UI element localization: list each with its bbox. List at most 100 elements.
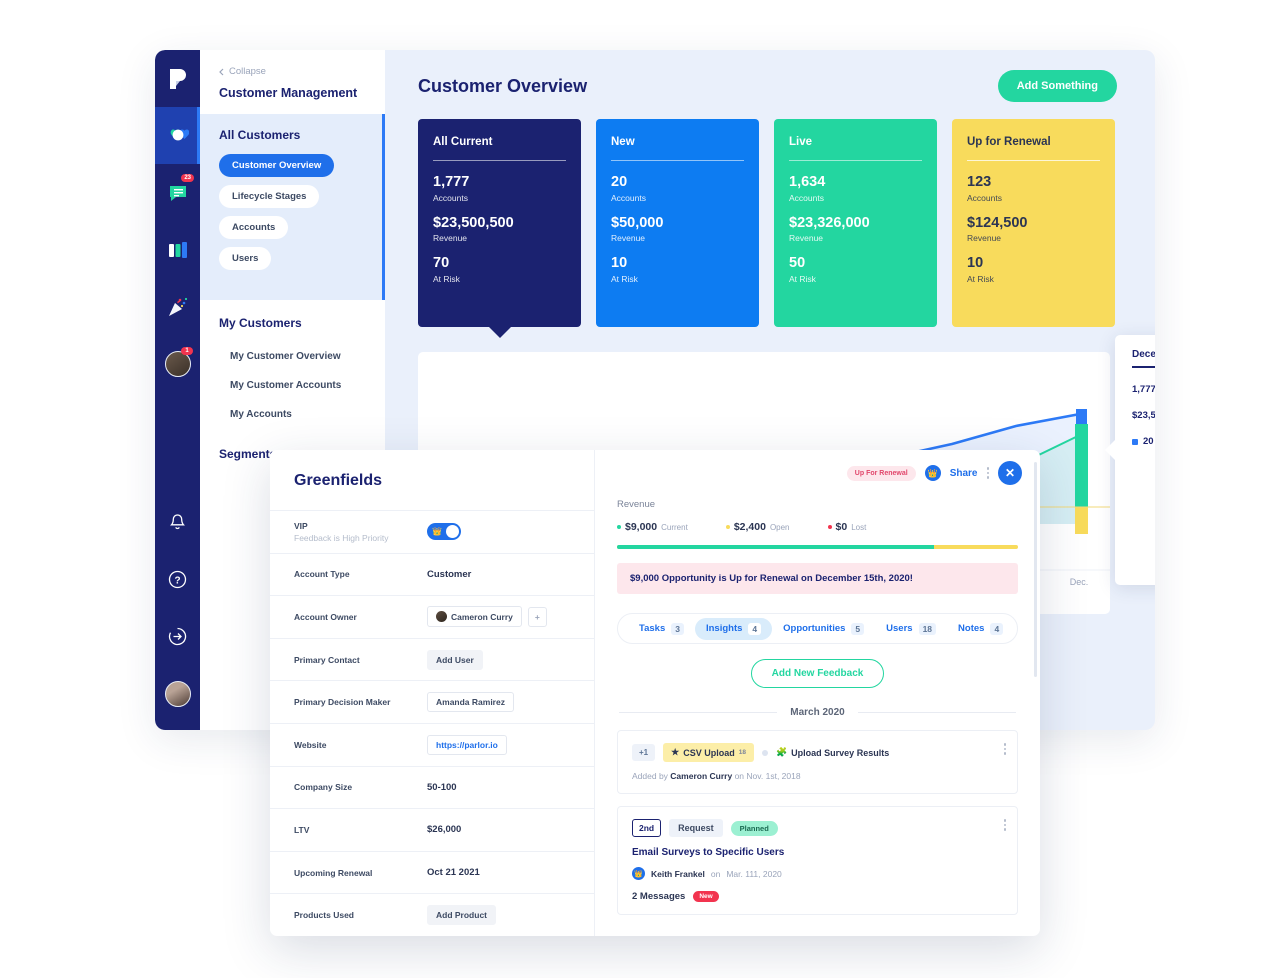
collapse-label: Collapse xyxy=(229,66,266,77)
kebab-menu-icon[interactable] xyxy=(1003,743,1006,755)
nav-header: Collapse Customer Management xyxy=(200,50,385,114)
website-link[interactable]: https://parlor.io xyxy=(427,734,507,755)
date-prefix: on xyxy=(710,868,721,879)
rail-item-celebrate[interactable] xyxy=(155,278,200,335)
rail-item-hearts[interactable] xyxy=(155,107,200,164)
sidebar-item-my-accounts[interactable]: My Accounts xyxy=(219,400,385,429)
tab-count: 18 xyxy=(918,622,937,635)
add-user-button[interactable]: Add User xyxy=(427,649,483,670)
rail-item-logout[interactable] xyxy=(155,608,200,665)
new-badge: New xyxy=(693,891,719,902)
tooltip-row-all-customers: 1,777 All Customers xyxy=(1132,384,1155,395)
legend-amount: $2,400 xyxy=(733,521,766,533)
rail-item-help[interactable]: ? xyxy=(155,551,200,608)
detail-sublabel: Feedback is High Priority xyxy=(294,532,389,543)
card-accounts-value: 123 xyxy=(967,174,992,190)
add-something-button[interactable]: Add Something xyxy=(997,70,1117,102)
card-divider xyxy=(967,160,1100,161)
tab-opportunities[interactable]: Opportunities 5 xyxy=(772,618,875,640)
puzzle-icon: 🧩 xyxy=(775,747,788,757)
detail-label-text: VIP xyxy=(294,520,308,531)
rail-item-messages[interactable]: 23 xyxy=(155,164,200,221)
sidebar-item-users[interactable]: Users xyxy=(219,247,272,270)
card-revenue-value: $23,326,000 xyxy=(789,214,870,231)
detail-label: Products Used xyxy=(294,910,354,921)
x-tick-label-dec: Dec. xyxy=(1070,577,1089,587)
user-avatar-icon xyxy=(436,611,447,623)
tab-label: Notes xyxy=(958,623,985,634)
card-divider xyxy=(611,160,744,161)
rail-item-profile[interactable]: 1 xyxy=(155,335,200,392)
toggle-knob xyxy=(446,525,459,539)
divider-line-right xyxy=(857,712,1017,713)
metric-cards: All Current 1,777 Accounts $23,500,500 R… xyxy=(385,102,1155,338)
ordinal-tag: 2nd xyxy=(632,819,662,837)
tab-users[interactable]: Users 18 xyxy=(875,618,947,640)
share-button[interactable]: Share xyxy=(950,468,978,479)
feed-item-request[interactable]: 2nd Request Planned Email Surveys to Spe… xyxy=(617,806,1018,915)
card-title: New xyxy=(611,136,635,148)
card-accounts-value: 1,777 xyxy=(433,174,470,190)
csv-upload-tag[interactable]: ★ CSV Upload 18 xyxy=(663,743,754,762)
kebab-menu-icon[interactable] xyxy=(986,467,989,479)
detail-row-primary-decision-maker: Primary Decision Maker Amanda Ramirez xyxy=(270,680,594,723)
modal-tabs: Tasks 3 Insights 4 Opportunities 5 Users… xyxy=(617,613,1018,644)
collapse-button[interactable]: Collapse xyxy=(219,66,385,77)
crown-icon: 👑 xyxy=(432,527,442,537)
sidebar-item-accounts[interactable]: Accounts xyxy=(219,216,289,239)
messages-badge: 23 xyxy=(181,174,194,182)
tab-notes[interactable]: Notes 4 xyxy=(947,618,1014,640)
tooltip-divider xyxy=(1132,366,1155,368)
question-circle-icon: ? xyxy=(168,570,187,589)
card-at-risk-label: At Risk xyxy=(967,274,994,285)
decision-maker-chip[interactable]: Amanda Ramirez xyxy=(427,692,514,713)
add-owner-button[interactable]: + xyxy=(527,606,547,627)
metric-card-all-current[interactable]: All Current 1,777 Accounts $23,500,500 R… xyxy=(418,119,581,338)
detail-label: VIP Feedback is High Priority xyxy=(294,521,427,543)
crown-icon: 👑 xyxy=(924,465,941,481)
sidebar-item-my-customer-overview[interactable]: My Customer Overview xyxy=(219,342,385,371)
modal-toolbar: Up For Renewal 👑 Share ✕ xyxy=(595,450,1040,485)
series-renewal-bar xyxy=(1075,507,1088,534)
account-owner-chip[interactable]: Cameron Curry xyxy=(427,606,522,628)
card-accounts-label: Accounts xyxy=(967,192,1002,203)
rail-item-logo[interactable] xyxy=(155,50,200,107)
tooltip-value: 1,777 xyxy=(1132,384,1155,395)
revenue-legend-current: $9,000 Current xyxy=(617,521,688,533)
metric-card-up-for-renewal[interactable]: Up for Renewal 123 Accounts $124,500 Rev… xyxy=(952,119,1115,327)
vip-toggle[interactable]: 👑 xyxy=(427,523,461,541)
card-revenue-value: $124,500 xyxy=(967,214,1028,231)
tooltip-value: 20 xyxy=(1143,436,1154,447)
sidebar-item-customer-overview[interactable]: Customer Overview xyxy=(219,154,335,177)
sidebar-item-lifecycle-stages[interactable]: Lifecycle Stages xyxy=(219,185,320,208)
add-new-feedback-button[interactable]: Add New Feedback xyxy=(750,659,885,688)
close-icon[interactable]: ✕ xyxy=(998,461,1022,485)
metric-card-live[interactable]: Live 1,634 Accounts $23,326,000 Revenue … xyxy=(774,119,937,327)
status-tag: Planned xyxy=(730,820,778,836)
nav-heading-my-customers: My Customers xyxy=(219,316,302,330)
rail-item-account[interactable] xyxy=(155,665,200,722)
detail-value: 50-100 xyxy=(427,781,457,793)
card-accounts-value: 1,634 xyxy=(789,174,826,190)
status-badge: Up For Renewal xyxy=(846,465,916,481)
nav-heading-all-customers: All Customers xyxy=(219,128,301,142)
tooltip-row-new-customers: 20 New Customers xyxy=(1132,436,1155,447)
sidebar-item-my-customer-accounts[interactable]: My Customer Accounts xyxy=(219,371,385,400)
tab-tasks[interactable]: Tasks 3 xyxy=(628,618,695,640)
month-divider-label: March 2020 xyxy=(790,707,845,718)
metric-card-new[interactable]: New 20 Accounts $50,000 Revenue 10 At Ri… xyxy=(596,119,759,327)
add-product-button[interactable]: Add Product xyxy=(427,905,496,926)
card-revenue-label: Revenue xyxy=(789,233,824,244)
feed-item-upload[interactable]: +1 ★ CSV Upload 18 🧩 Upload Survey Resul… xyxy=(617,730,1018,794)
modal-account-name: Greenfields xyxy=(294,472,383,489)
tab-insights[interactable]: Insights 4 xyxy=(694,617,773,640)
modal-scrollbar[interactable] xyxy=(1034,462,1037,677)
revenue-section-label: Revenue xyxy=(617,499,656,510)
legend-amount: $0 xyxy=(835,521,848,533)
revenue-legend: $9,000 Current $2,400 Open $0 Lost xyxy=(595,510,1040,533)
rail-item-reports[interactable] xyxy=(155,221,200,278)
rail-item-notifications[interactable] xyxy=(155,494,200,551)
revenue-legend-open: $2,400 Open xyxy=(725,521,790,533)
tooltip-title: December 2020 xyxy=(1132,349,1155,360)
kebab-menu-icon[interactable] xyxy=(1003,819,1006,831)
